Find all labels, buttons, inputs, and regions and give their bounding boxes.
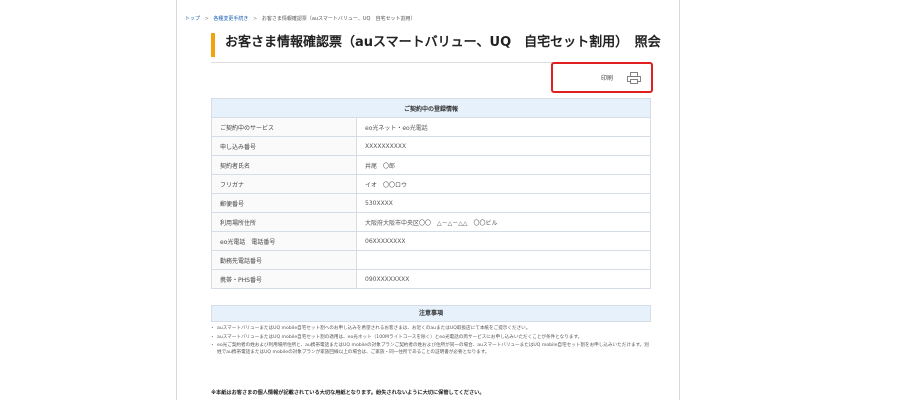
print-button[interactable]: 印刷	[551, 62, 653, 93]
page-title: お客さま情報確認票（auスマートバリュー、UQ 自宅セット割用） 照会	[225, 35, 661, 50]
page-title-block: お客さま情報確認票（auスマートバリュー、UQ 自宅セット割用） 照会	[211, 33, 661, 57]
row-value: 090XXXXXXXX	[356, 269, 651, 289]
registration-heading: ご契約中の登録情報	[211, 98, 651, 118]
breadcrumb-separator: >	[253, 16, 258, 22]
notes-list: auスマートバリューまたはUQ mobile自宅セット割へのお申し込みを希望され…	[210, 326, 651, 358]
row-label: 携帯・PHS番号	[211, 269, 357, 289]
breadcrumb-separator: >	[204, 16, 209, 22]
table-row: 利用場所住所 大阪府大阪市中央区〇〇 △－△－△△ 〇〇ビル	[211, 212, 651, 232]
row-label: フリガナ	[211, 174, 357, 194]
row-label: eo光電話 電話番号	[211, 231, 357, 251]
row-value: XXXXXXXXXX	[356, 136, 651, 156]
table-row: 郵便番号 530XXXX	[211, 193, 651, 213]
print-label: 印刷	[600, 75, 613, 82]
table-row: ご契約中のサービス eo光ネット・eo光電話	[211, 117, 651, 137]
table-row: 勤務先電話番号	[211, 250, 651, 270]
row-value	[356, 250, 651, 270]
row-label: 郵便番号	[211, 193, 357, 213]
page-frame: トップ > 各種変更手続き > お客さま情報確認票（auスマートバリュー、UQ …	[176, 0, 680, 400]
notes-heading: 注意事項	[211, 305, 651, 322]
breadcrumb-top-link[interactable]: トップ	[185, 16, 200, 22]
row-label: 申し込み番号	[211, 136, 357, 156]
row-value: 530XXXX	[356, 193, 651, 213]
breadcrumb-current: お客さま情報確認票（auスマートバリュー、UQ 自宅セット割用）	[261, 16, 416, 22]
list-item: auスマートバリューまたはUQ mobile自宅セット割へのお申し込みを希望され…	[210, 326, 651, 333]
row-value: eo光ネット・eo光電話	[356, 117, 651, 137]
printer-icon	[627, 71, 641, 84]
breadcrumb: トップ > 各種変更手続き > お客さま情報確認票（auスマートバリュー、UQ …	[185, 15, 415, 22]
row-label: ご契約中のサービス	[211, 117, 357, 137]
list-item: auスマートバリューまたはUQ mobile自宅セット割の適用は、eo光ネット（…	[210, 335, 651, 342]
row-label: 利用場所住所	[211, 212, 357, 232]
list-item: eo光ご契約者の姓および利用場所住所と、au携帯電話またはUQ mobileの対…	[210, 343, 651, 356]
row-value: イオ 〇〇ロウ	[356, 174, 651, 194]
table-row: 申し込み番号 XXXXXXXXXX	[211, 136, 651, 156]
table-row: 携帯・PHS番号 090XXXXXXXX	[211, 269, 651, 289]
row-value: 井尾 〇郎	[356, 155, 651, 175]
privacy-warning: ※本紙はお客さまの個人情報が記載されている大切な用紙となります。紛失されないよう…	[211, 390, 485, 396]
row-label: 契約者氏名	[211, 155, 357, 175]
table-row: 契約者氏名 井尾 〇郎	[211, 155, 651, 175]
table-row: eo光電話 電話番号 06XXXXXXXX	[211, 231, 651, 251]
table-row: フリガナ イオ 〇〇ロウ	[211, 174, 651, 194]
row-value: 06XXXXXXXX	[356, 231, 651, 251]
row-label: 勤務先電話番号	[211, 250, 357, 270]
breadcrumb-procedures-link[interactable]: 各種変更手続き	[213, 16, 248, 22]
row-value: 大阪府大阪市中央区〇〇 △－△－△△ 〇〇ビル	[356, 212, 651, 232]
registration-table: ご契約中の登録情報 ご契約中のサービス eo光ネット・eo光電話 申し込み番号 XX…	[211, 98, 651, 289]
